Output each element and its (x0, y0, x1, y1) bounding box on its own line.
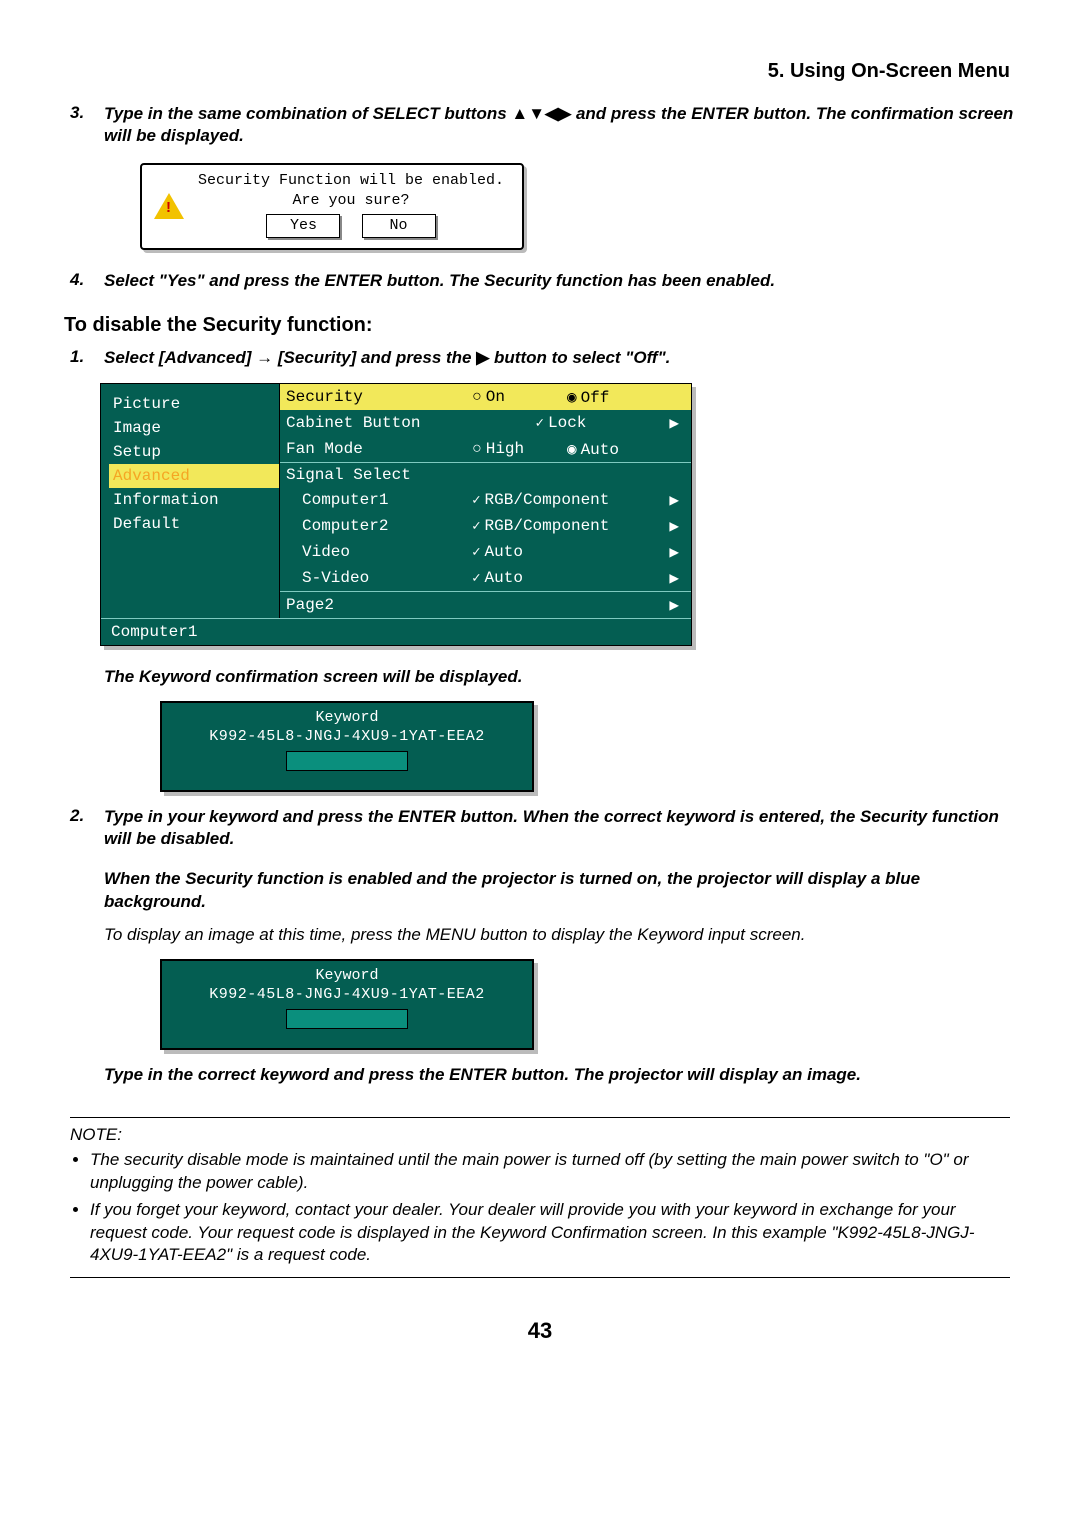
menu-item-information[interactable]: Information (109, 488, 279, 512)
page-number: 43 (60, 1318, 1020, 1344)
signal-computer2-value: RGB/Component (472, 517, 609, 535)
chevron-right-icon[interactable]: ▶ (656, 410, 691, 436)
arrow-glyphs-icon: ▲▼◀▶ (511, 104, 571, 123)
security-on-radio[interactable]: On (472, 388, 505, 406)
menu-item-setup[interactable]: Setup (109, 440, 279, 464)
section-header: 5. Using On-Screen Menu (60, 60, 1020, 83)
chevron-right-icon[interactable]: ▶ (656, 565, 691, 592)
note-bullet-1: The security disable mode is maintained … (90, 1149, 1010, 1195)
keyword-dialog-figure: Keyword K992-45L8-JNGJ-4XU9-1YAT-EEA2 (160, 701, 1020, 792)
document-page: 5. Using On-Screen Menu 3. Type in the s… (0, 0, 1080, 1526)
signal-svideo-value: Auto (472, 569, 523, 587)
signal-select-label: Signal Select (280, 462, 466, 487)
signal-video-value: Auto (472, 543, 523, 561)
signal-computer2-label: Computer2 (280, 513, 466, 539)
signal-computer1-value: RGB/Component (472, 491, 609, 509)
keyword-input[interactable] (286, 751, 408, 771)
page2-label[interactable]: Page2 (280, 591, 466, 618)
keyword-dialog-figure-2: Keyword K992-45L8-JNGJ-4XU9-1YAT-EEA2 (160, 959, 1020, 1050)
step-text: Type in your keyword and press the ENTER… (104, 806, 1020, 850)
warning-icon (154, 193, 184, 219)
step-text-a: Select [Advanced] → [Security] and press… (104, 348, 476, 367)
cabinet-lock-value: Lock (536, 414, 587, 432)
confirm-line-2: Are you sure? (190, 191, 512, 211)
fan-auto-radio[interactable]: Auto (567, 441, 619, 459)
confirmation-dialog-figure: Security Function will be enabled. Are y… (60, 163, 1020, 250)
signal-computer1-label: Computer1 (280, 487, 466, 513)
confirmation-dialog: Security Function will be enabled. Are y… (140, 163, 524, 250)
signal-video-label: Video (280, 539, 466, 565)
step-4: 4. Select "Yes" and press the ENTER butt… (60, 270, 1020, 292)
osd-menu: Picture Image Setup Advanced Information… (100, 383, 692, 646)
step-number: 4. (60, 270, 104, 292)
disable-heading: To disable the Security function: (60, 314, 1020, 337)
note-block: NOTE: The security disable mode is maint… (70, 1117, 1010, 1279)
right-arrow-icon: ▶ (476, 348, 489, 367)
keyword-code: K992-45L8-JNGJ-4XU9-1YAT-EEA2 (162, 986, 532, 1003)
fan-mode-label: Fan Mode (280, 436, 466, 463)
keyword-dialog: Keyword K992-45L8-JNGJ-4XU9-1YAT-EEA2 (160, 959, 534, 1050)
note-bullet-2: If you forget your keyword, contact your… (90, 1199, 1010, 1268)
security-off-radio[interactable]: Off (567, 389, 609, 407)
step-text: Type in the same combination of SELECT b… (104, 103, 1020, 147)
menu-left-pane: Picture Image Setup Advanced Information… (101, 384, 280, 618)
no-button[interactable]: No (362, 214, 436, 238)
chevron-right-icon[interactable]: ▶ (656, 513, 691, 539)
chevron-right-icon[interactable]: ▶ (656, 487, 691, 513)
keyword-code: K992-45L8-JNGJ-4XU9-1YAT-EEA2 (162, 728, 532, 745)
menu-status-bar: Computer1 (101, 618, 691, 645)
keyword-title: Keyword (162, 709, 532, 726)
osd-menu-figure: Picture Image Setup Advanced Information… (100, 383, 1020, 646)
keyword-dialog: Keyword K992-45L8-JNGJ-4XU9-1YAT-EEA2 (160, 701, 534, 792)
disable-step-2: 2. Type in your keyword and press the EN… (60, 806, 1020, 850)
yes-button[interactable]: Yes (266, 214, 340, 238)
keyword-confirm-text: The Keyword confirmation screen will be … (104, 666, 1020, 689)
step-number: 3. (60, 103, 104, 147)
security-label: Security (280, 384, 466, 410)
menu-item-default[interactable]: Default (109, 512, 279, 536)
note-label: NOTE: (70, 1124, 1010, 1147)
confirm-line-1: Security Function will be enabled. (190, 171, 512, 191)
step-text-b: button to select "Off". (489, 348, 670, 367)
step-number: 2. (60, 806, 104, 850)
blue-background-note: When the Security function is enabled an… (104, 868, 1020, 914)
keyword-input[interactable] (286, 1009, 408, 1029)
keyword-title: Keyword (162, 967, 532, 984)
chevron-right-icon[interactable]: ▶ (656, 539, 691, 565)
menu-item-picture[interactable]: Picture (109, 392, 279, 416)
menu-right-pane: Security On Off Cabinet Button Lock ▶ Fa… (280, 384, 691, 618)
cabinet-button-label: Cabinet Button (280, 410, 466, 436)
menu-item-advanced[interactable]: Advanced (109, 464, 279, 488)
menu-item-image[interactable]: Image (109, 416, 279, 440)
signal-svideo-label: S-Video (280, 565, 466, 592)
step-3: 3. Type in the same combination of SELEC… (60, 103, 1020, 147)
disable-step-1: 1. Select [Advanced] → [Security] and pr… (60, 347, 1020, 369)
step-number: 1. (60, 347, 104, 369)
display-image-note: To display an image at this time, press … (104, 924, 1020, 947)
step-text: Select "Yes" and press the ENTER button.… (104, 270, 1020, 292)
fan-high-radio[interactable]: High (472, 440, 524, 458)
chevron-right-icon[interactable]: ▶ (656, 591, 691, 618)
step-text-a: Type in the same combination of SELECT b… (104, 104, 511, 123)
step-text: Select [Advanced] → [Security] and press… (104, 347, 1020, 369)
final-instruction: Type in the correct keyword and press th… (104, 1064, 1020, 1087)
